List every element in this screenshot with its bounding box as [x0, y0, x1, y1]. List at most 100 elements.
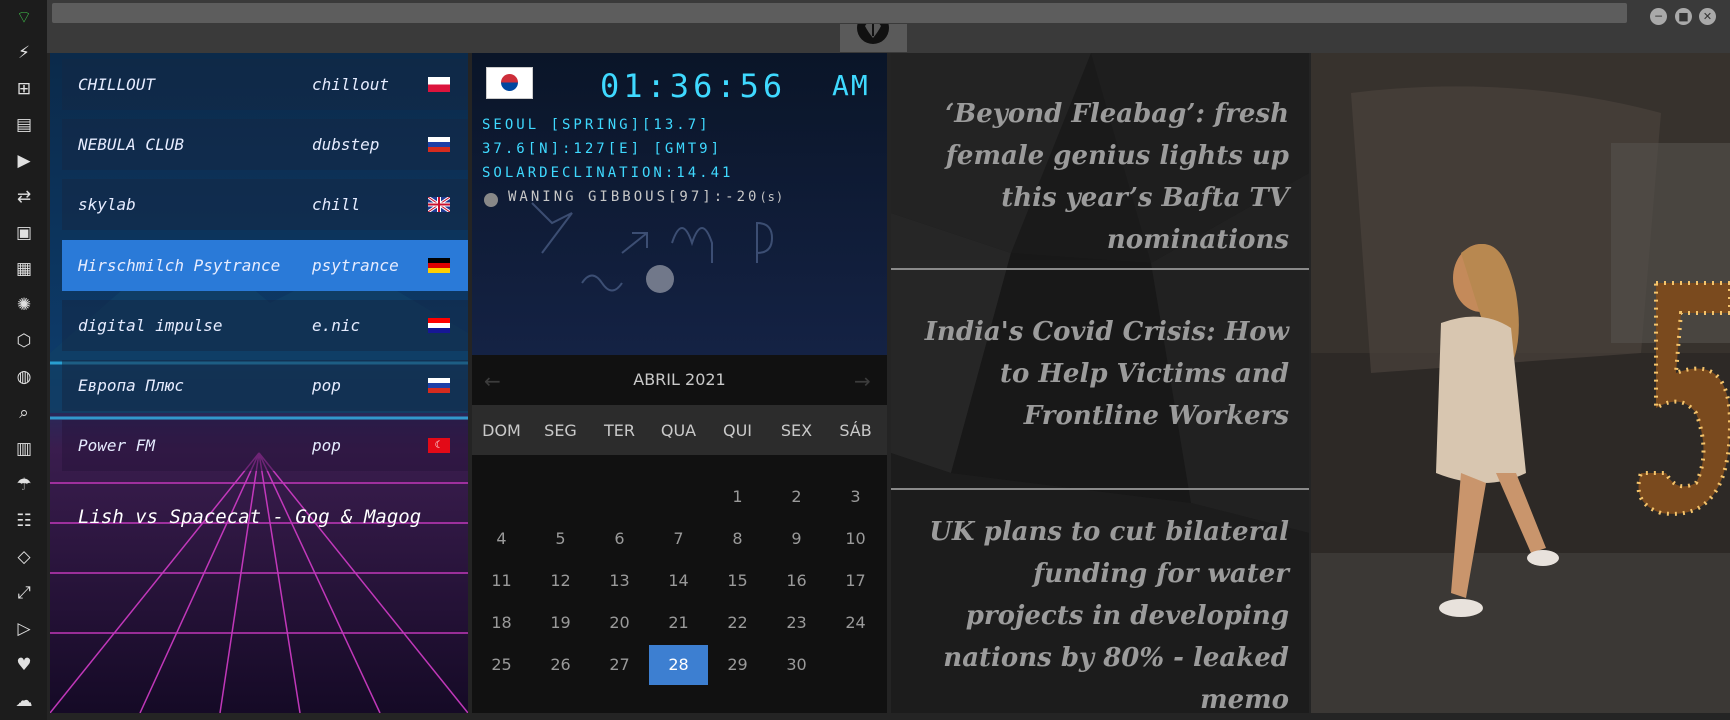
map-icon[interactable]: ▥ — [12, 437, 36, 461]
calendar-day[interactable]: 15 — [708, 561, 767, 601]
calendar-day[interactable]: 26 — [531, 645, 590, 685]
code-icon[interactable]: ◇ — [12, 545, 36, 569]
rebel-logo-tab[interactable] — [840, 12, 907, 52]
news-headline[interactable]: ‘Beyond Fleabag’: fresh female genius li… — [919, 93, 1289, 261]
close-button[interactable]: ✕ — [1699, 8, 1716, 25]
calendar-day[interactable]: 29 — [708, 645, 767, 685]
calendar-day-selected[interactable]: 28 — [649, 645, 708, 685]
clock-time: 01:36:56 — [600, 67, 787, 105]
station-name: NEBULA CLUB — [78, 135, 184, 154]
news-headline[interactable]: UK plans to cut bilateral funding for wa… — [919, 511, 1289, 713]
news-headline[interactable]: India's Covid Crisis: How to Help Victim… — [919, 311, 1289, 437]
image-icon[interactable]: ▣ — [12, 221, 36, 245]
left-sidebar: ⌔ ⚡ ⊞ ▤ ▶ ⇄ ▣ ▦ ✺ ⬡ ◍ ⌕ ▥ ☂ ☷ ◇ ⤢ ▷ ♥ ☁ — [0, 0, 47, 720]
uk-flag — [427, 195, 451, 214]
calendar-day[interactable]: 13 — [590, 561, 649, 601]
translate-icon[interactable]: ⇄ — [12, 185, 36, 209]
minimize-button[interactable]: ─ — [1650, 8, 1667, 25]
calendar-day[interactable]: 2 — [767, 477, 826, 517]
south-korea-flag — [486, 67, 533, 99]
hexagon-icon[interactable]: ⬡ — [12, 329, 36, 353]
globe-icon[interactable]: ◍ — [12, 365, 36, 389]
calendar-day[interactable]: 19 — [531, 603, 590, 643]
photo-illustration — [1311, 53, 1730, 713]
calendar-day[interactable]: 30 — [767, 645, 826, 685]
weekday-label: QUA — [660, 421, 697, 440]
station-name: Hirschmilch Psytrance — [78, 256, 281, 275]
calendar-day[interactable]: 1 — [708, 477, 767, 517]
compass-icon[interactable]: ✺ — [12, 293, 36, 317]
location-line: SEOUL [SPRING][13.7] — [482, 117, 711, 133]
clock-ampm: AM — [832, 69, 870, 102]
maximize-button[interactable]: ■ — [1675, 8, 1692, 25]
calendar-day[interactable]: 9 — [767, 519, 826, 559]
search-icon[interactable]: ⌕ — [12, 401, 36, 425]
world-clock-panel: 01:36:56 AM SEOUL [SPRING][13.7] 37.6[N]… — [472, 53, 887, 355]
weekday-label: SEG — [544, 421, 577, 440]
weekday-label: TER — [604, 421, 635, 440]
turkey-flag: ☾ — [428, 438, 450, 453]
calendar-day[interactable]: 24 — [826, 603, 885, 643]
cloud-icon[interactable]: ☁ — [12, 689, 36, 713]
calendar-day[interactable]: 25 — [472, 645, 531, 685]
next-month-arrow-icon[interactable]: → — [854, 369, 871, 393]
station-row[interactable]: Power FM pop ☾ — [62, 420, 468, 471]
station-genre: chill — [312, 195, 361, 214]
station-genre: chillout — [312, 75, 390, 94]
calendar-day[interactable]: 8 — [708, 519, 767, 559]
station-row[interactable]: CHILLOUT chillout — [62, 59, 468, 110]
calendar-day[interactable]: 10 — [826, 519, 885, 559]
windows-icon[interactable]: ⊞ — [12, 77, 36, 101]
weekday-label: QUI — [722, 421, 753, 440]
youtube-icon[interactable]: ▷ — [12, 617, 36, 641]
calendar-day[interactable]: 3 — [826, 477, 885, 517]
newspaper-icon[interactable]: ▦ — [12, 257, 36, 281]
moon-phase-icon — [484, 193, 498, 207]
umbrella-icon[interactable]: ☂ — [12, 473, 36, 497]
now-playing-title: Lish vs Spacecat - Gog & Magog — [78, 506, 422, 528]
weekday-label: SÁB — [839, 421, 872, 440]
calendar-day[interactable]: 4 — [472, 519, 531, 559]
weekday-label: DOM — [482, 421, 521, 440]
calendar-day[interactable]: 11 — [472, 561, 531, 601]
expand-icon[interactable]: ⤢ — [12, 581, 36, 605]
calendar-day[interactable]: 21 — [649, 603, 708, 643]
station-name: skylab — [78, 195, 136, 214]
calendar-day[interactable]: 22 — [708, 603, 767, 643]
calendar-day[interactable]: 12 — [531, 561, 590, 601]
weekday-label: SEX — [780, 421, 813, 440]
calendar-day[interactable]: 17 — [826, 561, 885, 601]
station-row[interactable]: digital impulse e.nic — [62, 300, 468, 351]
station-genre: psytrance — [312, 256, 399, 275]
flash-icon[interactable]: ⚡ — [12, 41, 36, 65]
radio-panel: CHILLOUT chillout NEBULA CLUB dubstep sk… — [50, 53, 468, 713]
russia-flag — [428, 137, 450, 152]
station-row[interactable]: Европа Плюс pop — [62, 360, 468, 411]
play-icon[interactable]: ▶ — [12, 149, 36, 173]
calendar-day[interactable]: 6 — [590, 519, 649, 559]
russia-flag — [428, 378, 450, 393]
station-row-selected[interactable]: Hirschmilch Psytrance psytrance — [62, 240, 468, 291]
station-name: digital impulse — [78, 316, 223, 335]
calendar-day[interactable]: 7 — [649, 519, 708, 559]
calendar-day[interactable]: 14 — [649, 561, 708, 601]
germany-flag — [428, 258, 450, 273]
calendar-day[interactable]: 5 — [531, 519, 590, 559]
url-bar[interactable] — [52, 3, 1627, 23]
heart-icon[interactable]: ♥ — [12, 653, 36, 677]
calendar-day[interactable]: 18 — [472, 603, 531, 643]
wifi-icon[interactable]: ⌔ — [12, 5, 36, 29]
calendar-day[interactable]: 23 — [767, 603, 826, 643]
station-row[interactable]: skylab chill — [62, 179, 468, 230]
station-row[interactable]: NEBULA CLUB dubstep — [62, 119, 468, 170]
featured-photo — [1311, 53, 1730, 713]
croatia-flag — [428, 318, 450, 333]
moon-phase-line: WANING GIBBOUS[97]:-20(s) — [508, 189, 785, 205]
calendar-day[interactable]: 27 — [590, 645, 649, 685]
calendar-day[interactable]: 16 — [767, 561, 826, 601]
calendar-day[interactable]: 20 — [590, 603, 649, 643]
contacts-icon[interactable]: ☷ — [12, 509, 36, 533]
poland-flag — [428, 77, 450, 92]
archive-icon[interactable]: ▤ — [12, 113, 36, 137]
coordinates-line: 37.6[N]:127[E] [GMT9] — [482, 141, 723, 157]
